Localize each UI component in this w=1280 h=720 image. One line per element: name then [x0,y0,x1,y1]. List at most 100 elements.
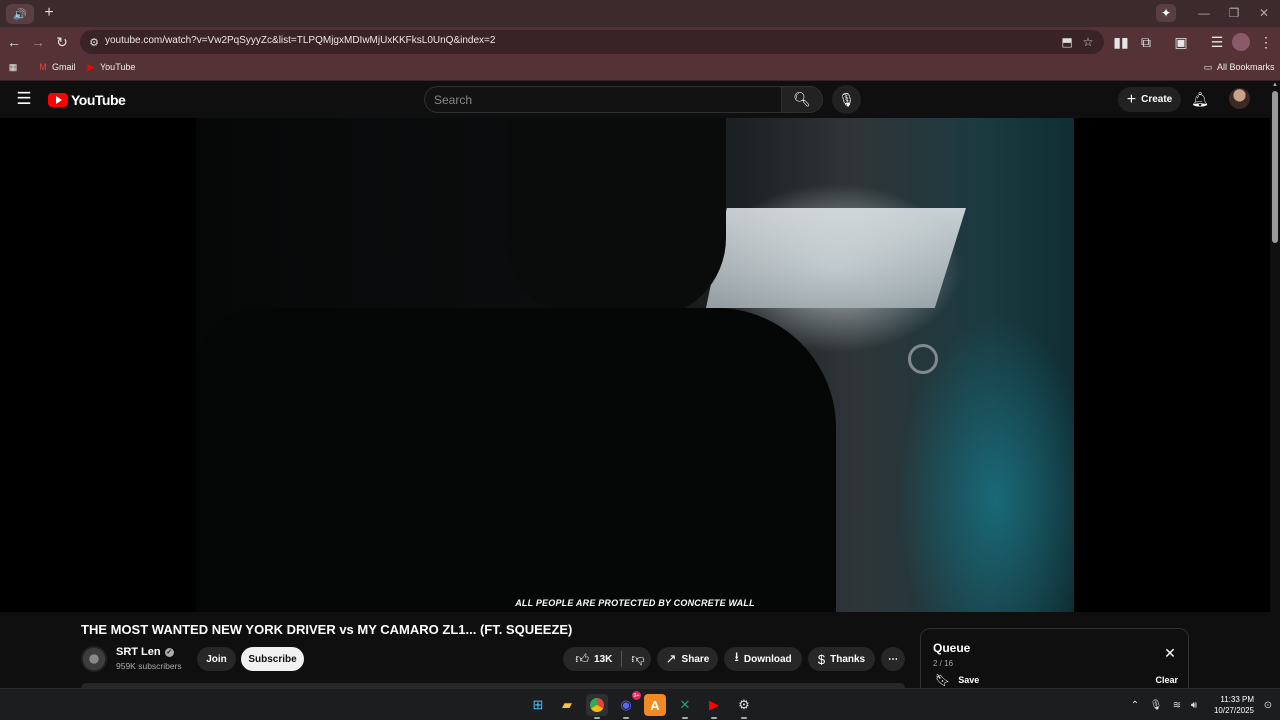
download-icon: ⭳ [734,649,739,664]
profile-avatar[interactable] [1232,33,1250,51]
url-text[interactable]: youtube.com/watch?v=Vw2PqSyyyZc&list=TLP… [105,35,495,46]
all-bookmarks-label: All Bookmarks [1217,62,1275,72]
verified-badge-icon: ✓ [164,647,174,657]
address-bar[interactable]: ⚙ youtube.com/watch?v=Vw2PqSyyyZc&list=T… [80,30,1104,54]
bookmark-label: Gmail [52,62,76,72]
discord-badge: 9+ [632,691,641,700]
queue-save-button[interactable]: 🔖︎ Save [935,673,979,687]
apps-grid-icon[interactable]: ▦ [8,62,18,72]
user-avatar[interactable] [1229,88,1250,109]
close-window-button[interactable]: ✕ [1254,4,1274,22]
channel-name-row[interactable]: SRT Len ✓ [116,646,174,658]
gmail-icon: M [39,62,47,72]
system-clock[interactable]: 11:33 PM 10/27/2025 [1206,694,1254,716]
video-frame[interactable] [196,118,1074,612]
reading-list-icon[interactable]: ☰ [1208,33,1226,51]
bookmark-star-icon[interactable]: ☆ [1080,34,1096,50]
browser-menu-icon[interactable]: ⋮ [1257,33,1275,51]
search-button[interactable]: 🔍︎ [781,86,823,113]
subscribe-button[interactable]: Subscribe [241,647,304,671]
clock-date: 10/27/2025 [1213,706,1254,715]
hamburger-menu-icon[interactable]: ☰ [15,89,33,108]
media-control-icon[interactable]: ▮▮ [1112,33,1130,51]
scrollbar-thumb[interactable] [1272,91,1278,243]
bookmark-youtube[interactable]: ▶ YouTube [86,62,136,73]
bookmark-gmail[interactable]: M Gmail [38,62,76,72]
bookmark-label: YouTube [100,62,136,72]
search-input[interactable] [434,93,764,107]
tab-audio-icon[interactable]: 🔊 [6,4,34,24]
folder-icon: ▭ [1203,61,1213,72]
more-actions-button[interactable]: ⋯ [881,647,905,671]
tray-overflow-icon[interactable]: ⌃ [1128,698,1142,712]
minimize-button[interactable]: — [1194,4,1214,22]
more-icon: ⋯ [888,653,898,665]
back-icon[interactable]: ← [5,33,23,51]
join-button[interactable]: Join [197,647,236,671]
queue-panel: Queue 2 / 16 ✕ 🔖︎ Save Clear [920,628,1189,688]
download-label: Download [743,653,792,665]
discord-icon[interactable]: ◉ 9+ [615,691,641,719]
wifi-icon[interactable]: ≋ [1170,698,1184,712]
voice-search-button[interactable]: 🎙︎ [832,85,861,114]
notifications-bell-icon[interactable]: 🔔︎ [1191,90,1209,108]
like-count: 13K [594,653,613,665]
like-divider [621,651,623,667]
youtube-music-icon[interactable]: ▶ [703,694,725,719]
super-thanks-icon: $ [817,651,826,667]
new-tab-button[interactable]: + [40,4,58,22]
car-headrest [506,118,726,318]
queue-clear-button[interactable]: Clear [1155,675,1178,685]
share-button[interactable]: ↗ Share [657,647,718,671]
create-label: Create [1141,94,1173,105]
queue-title: Queue [933,641,971,655]
car-seat [196,308,836,612]
all-bookmarks[interactable]: ▭ All Bookmarks [1203,61,1275,73]
reload-icon[interactable]: ↻ [53,33,71,51]
page-scrollbar[interactable]: ▲ [1270,81,1280,688]
create-button[interactable]: + Create [1118,87,1181,112]
file-explorer-icon[interactable]: ▰ [556,694,578,716]
chrome-icon[interactable] [586,694,608,719]
settings-app-icon[interactable]: ⚙ [733,694,755,719]
thanks-label: Thanks [830,653,866,665]
logo-text: YouTube [71,92,126,108]
video-player[interactable]: ALL PEOPLE ARE PROTECTED BY CONCRETE WAL… [0,118,1270,612]
tray-mic-icon[interactable]: 🎙︎ [1149,698,1163,712]
windows-start-icon[interactable]: ⊞ [527,694,549,716]
app-icon[interactable]: A [644,694,666,716]
video-title: THE MOST WANTED NEW YORK DRIVER vs MY CA… [81,622,573,637]
plus-icon: + [1126,90,1137,108]
like-dislike-group: 👍︎ 13K 👎︎ [563,647,651,671]
maximize-button[interactable]: ❐ [1224,4,1244,22]
extensions-icon[interactable]: ⧉ [1137,33,1155,51]
channel-name[interactable]: SRT Len [116,646,161,658]
share-label: Share [681,653,710,665]
search-box [424,86,782,113]
volume-icon[interactable]: 🔊︎ [1187,698,1201,712]
notification-center-icon[interactable]: ⊙ [1261,698,1275,712]
gemini-icon[interactable]: ✦ [1156,4,1176,22]
tab-search-icon[interactable]: ▣ [1172,33,1190,51]
install-app-icon[interactable]: ⬒ [1059,34,1075,50]
car-vent [908,344,938,374]
queue-close-icon[interactable]: ✕ [1162,645,1178,661]
youtube-header: ☰ YouTube 🔍︎ 🎙︎ + Create 🔔︎ [0,81,1280,118]
clock-time: 11:33 PM [1220,695,1254,704]
car-windshield [706,208,966,308]
youtube-logo[interactable]: YouTube [48,90,126,110]
scroll-up-icon[interactable]: ▲ [1271,82,1279,88]
windows-taskbar: ⊞ ▰ ◉ 9+ A ✕ ▶ ⚙ ⌃ 🎙︎ ≋ 🔊︎ 11:33 PM 10/27… [0,688,1280,720]
download-button[interactable]: ⭳ Download [724,647,802,671]
browser-tabstrip: 🔊 + ✦ — ❐ ✕ [0,0,1280,27]
excel-icon[interactable]: ✕ [674,694,696,719]
channel-avatar[interactable] [81,646,107,672]
dislike-button[interactable]: 👎︎ [631,651,644,667]
site-info-icon[interactable]: ⚙ [86,34,102,50]
youtube-play-icon [48,93,68,107]
thanks-button[interactable]: $ Thanks [808,647,875,671]
video-caption: ALL PEOPLE ARE PROTECTED BY CONCRETE WAL… [515,598,755,608]
forward-icon[interactable]: → [29,33,47,51]
share-icon: ↗ [665,651,677,666]
like-button[interactable]: 👍︎ 13K [569,651,612,667]
